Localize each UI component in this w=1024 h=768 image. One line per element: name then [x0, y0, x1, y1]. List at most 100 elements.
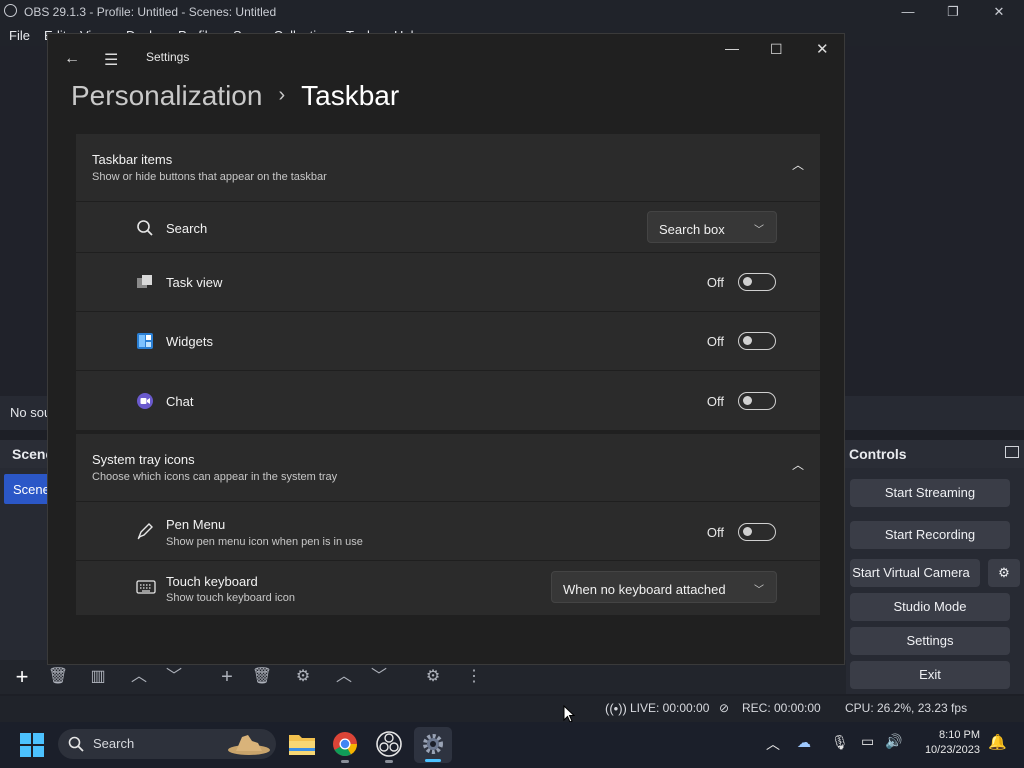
advanced-audio-gear-icon[interactable]: ⚙: [422, 667, 444, 687]
add-scene-icon[interactable]: +: [11, 666, 33, 688]
search-row: Search Search box ﹀: [76, 201, 820, 252]
chat-toggle[interactable]: [738, 392, 776, 410]
taskbar-items-header[interactable]: Taskbar items Show or hide buttons that …: [76, 134, 820, 200]
back-arrow-icon[interactable]: ←: [64, 50, 80, 68]
pen-menu-row: Pen Menu Show pen menu icon when pen is …: [76, 501, 820, 560]
move-source-up-icon[interactable]: ︿: [333, 667, 355, 687]
scene-item-label: Scene: [13, 482, 50, 497]
file-explorer-icon[interactable]: [288, 731, 316, 757]
search-mode-dropdown[interactable]: Search box ﹀: [647, 211, 777, 243]
move-scene-up-icon[interactable]: ︿: [128, 667, 150, 687]
task-view-label: Task view: [166, 275, 223, 290]
chevron-down-icon: ﹀: [754, 225, 764, 236]
source-properties-gear-icon[interactable]: ⚙: [292, 667, 314, 687]
taskbar-search-placeholder: Search: [93, 736, 135, 751]
chrome-running-indicator: [341, 760, 349, 763]
start-recording-button[interactable]: Start Recording: [850, 521, 1010, 549]
task-view-toggle[interactable]: [738, 273, 776, 291]
remove-source-trash-icon[interactable]: 🗑: [251, 667, 273, 687]
virtual-camera-settings-gear-icon[interactable]: ⚙: [988, 559, 1020, 587]
microphone-icon[interactable]: 🎙: [831, 734, 849, 751]
search-icon: [68, 736, 84, 752]
start-streaming-button[interactable]: Start Streaming: [850, 479, 1010, 507]
settings-window: ← ☰ Settings — ☐ ✕ Personalization › Taskb…: [47, 33, 845, 665]
settings-close-icon[interactable]: ✕: [816, 40, 829, 58]
widgets-toggle[interactable]: [738, 332, 776, 350]
minimize-icon[interactable]: —: [893, 2, 923, 22]
network-icon[interactable]: ▭: [861, 733, 874, 750]
show-hidden-icons-chevron-icon[interactable]: ︿: [766, 734, 780, 754]
pen-menu-state: Off: [706, 525, 724, 540]
no-source-text: No sou: [10, 405, 52, 420]
touch-keyboard-row: Touch keyboard Show touch keyboard icon …: [76, 560, 820, 615]
move-scene-down-icon[interactable]: ﹀: [163, 667, 185, 687]
chrome-icon[interactable]: [332, 731, 358, 757]
hamburger-menu-icon[interactable]: ☰: [104, 50, 118, 70]
obs-statusbar: ((•)) LIVE: 00:00:00 ⊘ REC: 00:00:00 CPU…: [0, 696, 1024, 722]
rec-timer: REC: 00:00:00: [742, 701, 821, 715]
maximize-icon[interactable]: ❐: [938, 2, 968, 22]
chevron-down-icon: ﹀: [754, 585, 764, 596]
collapse-chevron-up-icon[interactable]: ︿: [792, 456, 804, 473]
collapse-chevron-up-icon[interactable]: ︿: [792, 156, 804, 173]
touch-keyboard-label: Touch keyboard: [166, 574, 258, 589]
windows-start-icon[interactable]: [20, 733, 44, 757]
onedrive-cloud-icon[interactable]: ☁: [797, 734, 811, 751]
settings-minimize-icon[interactable]: —: [725, 40, 739, 56]
obs-logo-icon: [4, 4, 17, 17]
widgets-icon: [137, 333, 153, 349]
breadcrumb-personalization[interactable]: Personalization: [71, 80, 262, 111]
controls-header: Controls: [849, 446, 907, 462]
settings-title: Settings: [146, 50, 190, 64]
obs-studio-icon[interactable]: [376, 731, 402, 757]
settings-button[interactable]: Settings: [850, 627, 1010, 655]
chat-state: Off: [706, 394, 724, 409]
live-timer: LIVE: 00:00:00: [630, 701, 710, 715]
touch-keyboard-dropdown[interactable]: When no keyboard attached ﹀: [551, 571, 777, 603]
scene-filters-icon[interactable]: ▥: [87, 667, 109, 687]
pen-menu-toggle[interactable]: [738, 523, 776, 541]
close-icon[interactable]: ✕: [984, 2, 1014, 22]
touch-keyboard-description: Show touch keyboard icon: [166, 592, 296, 604]
studio-mode-button[interactable]: Studio Mode: [850, 593, 1010, 621]
remove-scene-trash-icon[interactable]: 🗑: [47, 667, 69, 687]
system-tray-title: System tray icons: [92, 452, 195, 467]
breadcrumb-chevron-icon: ›: [278, 84, 286, 106]
cpu-fps: CPU: 26.2%, 23.23 fps: [845, 701, 968, 715]
move-source-down-icon[interactable]: ﹀: [368, 667, 390, 687]
clock-time: 8:10 PM: [939, 729, 980, 741]
taskbar-items-subtitle: Show or hide buttons that appear on the …: [92, 171, 327, 183]
add-source-icon[interactable]: +: [216, 667, 238, 687]
undock-icon[interactable]: [1005, 446, 1019, 458]
task-view-state: Off: [706, 275, 724, 290]
obs-titlebar: OBS 29.1.3 - Profile: Untitled - Scenes:…: [0, 0, 1024, 24]
controls-dock-header: Controls: [845, 440, 1024, 468]
taskbar-items-title: Taskbar items: [92, 152, 173, 167]
system-tray-subtitle: Choose which icons can appear in the sys…: [92, 471, 338, 483]
breadcrumb: Personalization › Taskbar: [71, 80, 399, 112]
volume-icon[interactable]: 🔊: [885, 733, 902, 750]
chat-icon: [137, 393, 153, 409]
pen-icon: [137, 523, 153, 540]
notification-bell-icon[interactable]: 🔔: [988, 733, 1007, 751]
taskbar-items-card: Taskbar items Show or hide buttons that …: [76, 134, 820, 430]
menu-file[interactable]: File: [9, 28, 30, 43]
settings-gear-icon[interactable]: [421, 732, 445, 756]
keyboard-icon: [136, 580, 156, 594]
chat-row: Chat Off: [76, 370, 820, 430]
clock-date: 10/23/2023: [924, 744, 980, 756]
mouse-cursor-icon: [563, 705, 575, 723]
settings-maximize-icon[interactable]: ☐: [770, 41, 783, 58]
system-tray-header[interactable]: System tray icons Choose which icons can…: [76, 434, 820, 500]
exit-button[interactable]: Exit: [850, 661, 1010, 689]
rec-icon: ⊘: [719, 701, 730, 715]
widgets-label: Widgets: [166, 334, 213, 349]
widgets-row: Widgets Off: [76, 311, 820, 370]
search-highlight-image-icon: [228, 735, 270, 755]
search-icon: [137, 220, 153, 236]
more-options-icon[interactable]: ⋮: [463, 667, 485, 687]
system-tray-card: System tray icons Choose which icons can…: [76, 434, 820, 615]
taskbar-clock[interactable]: 8:10 PM 10/23/2023: [925, 728, 980, 758]
start-virtual-camera-button[interactable]: Start Virtual Camera: [850, 559, 980, 587]
taskbar-search-box[interactable]: Search: [58, 729, 276, 759]
